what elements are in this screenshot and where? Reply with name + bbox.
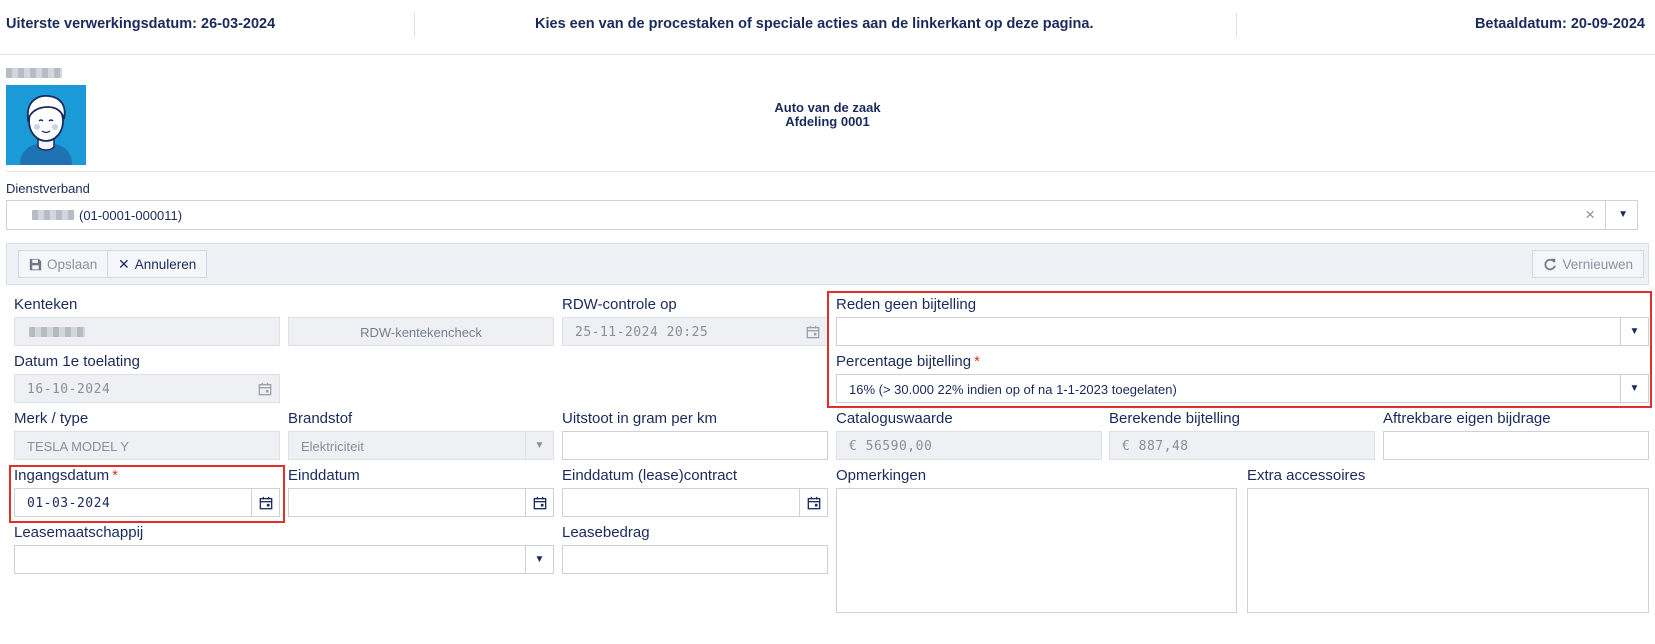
merk-label: Merk / type <box>14 410 89 427</box>
save-button-label: Opslaan <box>47 256 98 272</box>
employment-select[interactable]: (01-0001-000011) × ▼ <box>6 200 1638 230</box>
ingang-label-text: Ingangsdatum <box>14 467 110 484</box>
employment-label: Dienstverband <box>6 181 90 196</box>
cancel-button-label: Annuleren <box>134 256 197 272</box>
refresh-button-label: Vernieuwen <box>1562 256 1633 272</box>
instruction-text: Kies een van de procestaken of speciale … <box>535 16 1094 32</box>
calendar-icon[interactable] <box>525 489 553 516</box>
calendar-icon[interactable] <box>799 489 827 516</box>
datum-toelating-label: Datum 1e toelating <box>14 353 140 370</box>
cancel-button[interactable]: ✕ Annuleren <box>107 250 208 278</box>
extra-label: Extra accessoires <box>1247 467 1366 484</box>
merk-field: TESLA MODEL Y <box>14 431 280 460</box>
leasebedrag-label: Leasebedrag <box>562 524 650 541</box>
percentage-label: Percentage bijtelling * <box>836 353 980 370</box>
page-title: Auto van de zaak <box>774 100 881 115</box>
eind-date-input[interactable] <box>288 488 554 517</box>
calendar-icon[interactable] <box>251 489 279 516</box>
rdw-check-label: RDW-kentekencheck <box>360 325 482 340</box>
extra-accessoires-textarea[interactable] <box>1247 488 1649 613</box>
ingang-date-input[interactable]: 01-03-2024 <box>14 488 280 517</box>
paydate-text: Betaaldatum: 20-09-2024 <box>1474 16 1645 32</box>
employment-name-redacted <box>32 210 74 220</box>
rdw-control-value: 25-11-2024 20:25 <box>575 325 709 340</box>
select-divider <box>1605 201 1606 229</box>
save-icon <box>29 258 42 270</box>
berekend-value: € 887,48 <box>1122 439 1189 454</box>
rdw-check-button[interactable]: RDW-kentekencheck <box>288 317 554 346</box>
kenteken-field <box>14 317 280 346</box>
calendar-icon <box>251 375 279 402</box>
calendar-icon <box>799 318 827 345</box>
ingang-label: Ingangsdatum * <box>14 467 118 484</box>
merk-value: TESLA MODEL Y <box>27 439 129 454</box>
action-toolbar: Opslaan ✕ Annuleren Vernieuwen <box>6 243 1649 285</box>
eind-lease-date-input[interactable] <box>562 488 828 517</box>
clear-icon[interactable]: × <box>1585 205 1595 225</box>
eind-label: Einddatum <box>288 467 360 484</box>
save-button[interactable]: Opslaan <box>18 250 109 278</box>
chevron-down-icon[interactable]: ▼ <box>525 546 553 573</box>
top-separator <box>1236 13 1237 37</box>
reden-select[interactable]: ▼ <box>836 317 1649 346</box>
required-marker: * <box>112 467 118 484</box>
eind-lease-label: Einddatum (lease)contract <box>562 467 738 484</box>
department-title: Afdeling 0001 <box>785 114 870 129</box>
chevron-down-icon[interactable]: ▼ <box>1618 209 1628 220</box>
required-marker: * <box>974 353 980 370</box>
berekend-field: € 887,48 <box>1109 431 1375 460</box>
opmerkingen-textarea[interactable] <box>836 488 1237 613</box>
datum-toelating-field: 16-10-2024 <box>14 374 280 403</box>
aftrekbaar-input[interactable] <box>1383 431 1649 460</box>
kenteken-redacted <box>29 327 85 337</box>
percentage-value: 16% (> 30.000 22% indien op of na 1-1-20… <box>849 382 1177 397</box>
close-icon: ✕ <box>118 255 130 272</box>
chevron-down-icon[interactable]: ▼ <box>1620 318 1648 345</box>
percentage-select[interactable]: 16% (> 30.000 22% indien op of na 1-1-20… <box>836 374 1649 403</box>
kenteken-label: Kenteken <box>14 296 78 313</box>
leasebedrag-input[interactable] <box>562 545 828 574</box>
opmerkingen-label: Opmerkingen <box>836 467 927 484</box>
deadline-text: Uiterste verwerkingsdatum: 26-03-2024 <box>6 16 276 32</box>
rdw-control-label: RDW-controle op <box>562 296 677 313</box>
divider <box>6 171 1655 172</box>
reden-label: Reden geen bijtelling <box>836 296 977 313</box>
leasemaatschappij-select[interactable]: ▼ <box>14 545 554 574</box>
datum-toelating-value: 16-10-2024 <box>27 382 111 397</box>
catalogus-label: Cataloguswaarde <box>836 410 953 427</box>
brandstof-select: Elektriciteit ▼ <box>288 431 554 460</box>
employee-name-redacted <box>6 68 62 78</box>
catalogus-field: € 56590,00 <box>836 431 1102 460</box>
chevron-down-icon[interactable]: ▼ <box>1620 375 1648 402</box>
leasemaatschappij-label: Leasemaatschappij <box>14 524 144 541</box>
rdw-control-field: 25-11-2024 20:25 <box>562 317 828 346</box>
chevron-down-icon: ▼ <box>525 432 553 459</box>
brandstof-label: Brandstof <box>288 410 353 427</box>
uitstoot-input[interactable] <box>562 431 828 460</box>
employment-value: (01-0001-000011) <box>79 208 183 223</box>
berekend-label: Berekende bijtelling <box>1109 410 1240 427</box>
catalogus-value: € 56590,00 <box>849 439 933 454</box>
top-info-bar: Uiterste verwerkingsdatum: 26-03-2024 Ki… <box>0 0 1655 55</box>
brandstof-value: Elektriciteit <box>301 439 364 454</box>
ingang-value: 01-03-2024 <box>27 496 111 511</box>
aftrekbaar-label: Aftrekbare eigen bijdrage <box>1383 410 1551 427</box>
refresh-button[interactable]: Vernieuwen <box>1532 250 1644 278</box>
top-separator <box>414 13 415 37</box>
percentage-label-text: Percentage bijtelling <box>836 353 972 370</box>
refresh-icon <box>1544 258 1557 271</box>
uitstoot-label: Uitstoot in gram per km <box>562 410 718 427</box>
